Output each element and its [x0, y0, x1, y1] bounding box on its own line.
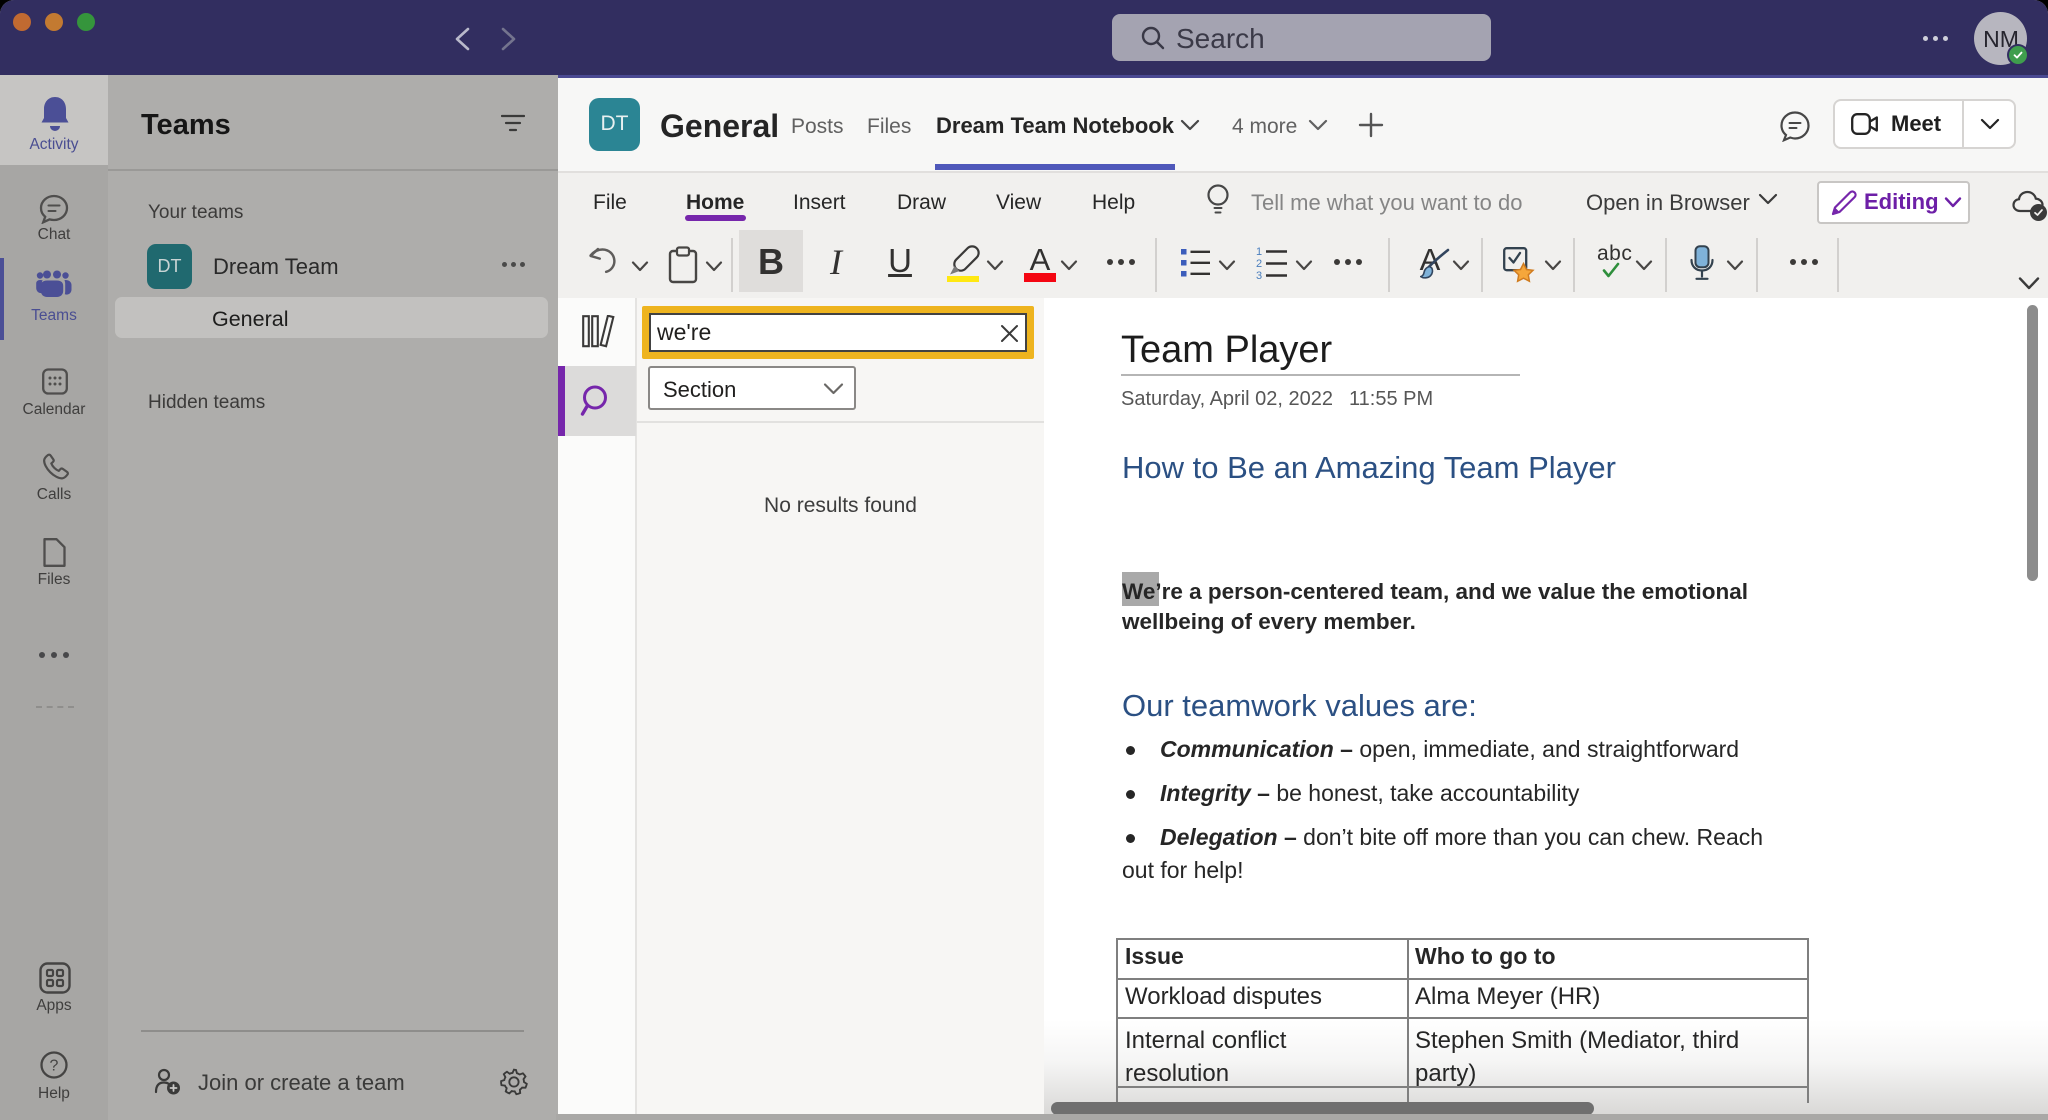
svg-text:1: 1	[1256, 246, 1262, 258]
svg-text:?: ?	[50, 1058, 59, 1075]
svg-text:3: 3	[1256, 270, 1262, 280]
svg-text:2: 2	[1256, 258, 1262, 270]
